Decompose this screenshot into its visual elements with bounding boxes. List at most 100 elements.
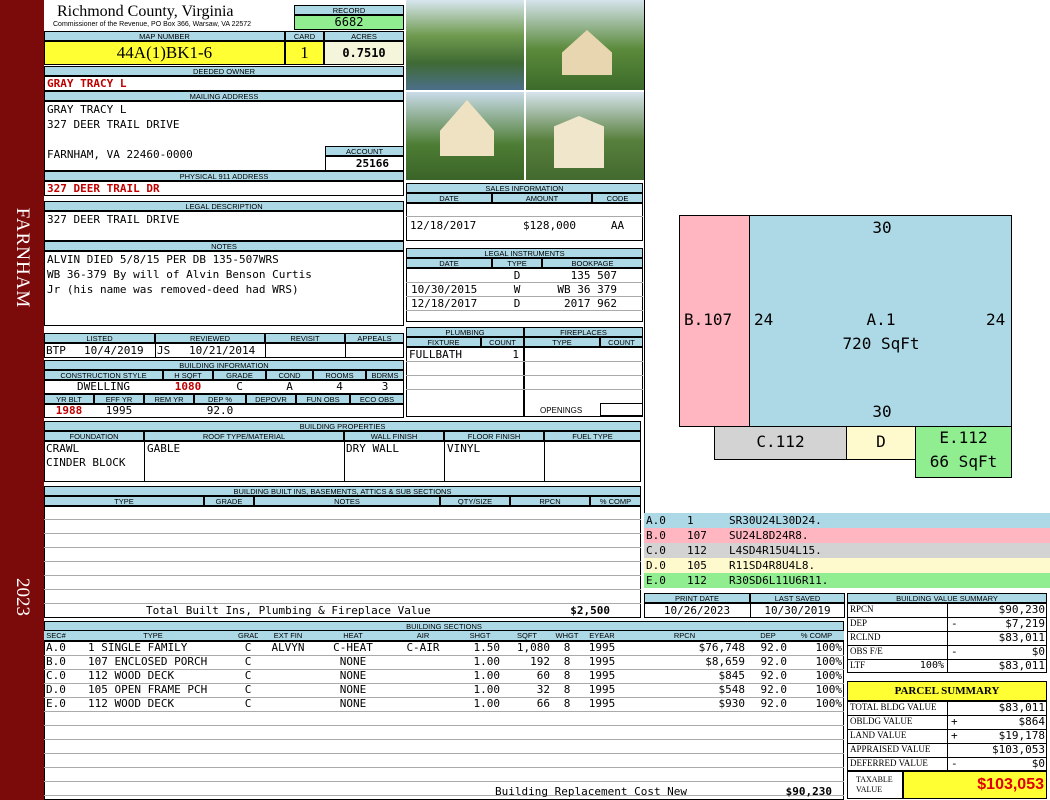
section-row-1-col-6: 1.00 [473, 655, 501, 668]
plumbing-h-fixture: FIXTURE [406, 337, 481, 347]
builtins-h-qty: QTY/SIZE [440, 496, 510, 506]
account-value: 25166 [325, 156, 404, 171]
legend-e-code: 112 [687, 574, 707, 587]
parcel-key-1: OBLDG VALUE [850, 716, 913, 726]
builtins-h-comp: % COMP [590, 496, 641, 506]
bvs-key-2: RCLND [850, 632, 881, 642]
section-row-3-col-0: D.0 [46, 683, 66, 696]
section-row-2-col-9: 1995 [588, 669, 616, 682]
sketch-e-area: 66 SqFt [929, 452, 998, 471]
section-row-1-col-4: NONE [339, 655, 367, 668]
h-bdrms: BDRMS [366, 370, 404, 380]
property-photo-3 [406, 92, 524, 180]
legend-b-code: 107 [687, 529, 707, 542]
property-photo-4 [526, 92, 644, 180]
last-saved-value: 10/30/2019 [764, 604, 831, 617]
section-row-0-col-1: 1 SINGLE FAMILY [88, 641, 188, 654]
legend-b-vector: SU24L8D24R8. [729, 529, 809, 542]
section-row-2-col-10: $845 [718, 669, 746, 682]
county-title: Richmond County, Virginia [57, 3, 234, 20]
bvs-value-0: $90,230 [998, 603, 1045, 616]
revisit-label: REVISIT [265, 333, 345, 343]
parcel-value-0: $83,011 [998, 701, 1045, 714]
legend-d-code: 105 [687, 559, 707, 572]
property-photo-2 [526, 0, 644, 90]
sections-h-9: EYEAR [582, 631, 622, 641]
card-label: CARD [285, 31, 324, 41]
parcel-value-4: $0 [1031, 757, 1045, 770]
plumbing-label: PLUMBING [406, 327, 524, 337]
rooms-value: 4 [336, 380, 343, 393]
foundation-2: CINDER BLOCK [46, 456, 126, 469]
section-row-0-col-5: C-AIR [406, 641, 440, 654]
sketch-e-label: E.112 [939, 428, 988, 447]
section-row-3-col-7: 32 [536, 683, 550, 696]
deeded-owner-value: GRAY TRACY L [47, 77, 127, 90]
builtins-h-type: TYPE [44, 496, 204, 506]
instr-h-type: TYPE [492, 258, 542, 268]
h-cond: COND [266, 370, 313, 380]
print-date-value: 10/26/2023 [663, 604, 731, 617]
sections-h-11: DEP [747, 631, 789, 641]
section-row-1-col-12: 100% [815, 655, 843, 668]
section-row-1-col-1: 107 ENCLOSED PORCH [88, 655, 208, 668]
props-table [44, 441, 641, 482]
section-row-0-col-2: C [244, 641, 252, 654]
mailing-line-2: 327 DEER TRAIL DRIVE [47, 118, 180, 131]
instr-row-0-type: D [513, 269, 521, 282]
plumbing-h-count: COUNT [481, 337, 524, 347]
instr-row-1-date: 10/30/2015 [411, 283, 478, 296]
listed-by: BTP [46, 344, 66, 357]
builtins-h-rpcn: RPCN [510, 496, 590, 506]
building-value-summary-label: BUILDING VALUE SUMMARY [847, 593, 1047, 603]
h-eff-yr: EFF YR [94, 394, 144, 404]
parcel-sign-1: + [951, 715, 958, 728]
mailing-line-3: FARNHAM, VA 22460-0000 [47, 148, 193, 161]
legal-description-value: 327 DEER TRAIL DRIVE [47, 213, 180, 226]
mailing-line-1: GRAY TRACY L [47, 103, 127, 116]
legend-d-vector: R11SD4R8U4L8. [729, 559, 816, 572]
section-row-4-col-11: 92.0 [760, 697, 788, 710]
section-row-2-col-0: C.0 [46, 669, 66, 682]
physical-address-label: PHYSICAL 911 ADDRESS [44, 171, 404, 181]
section-row-3-col-8: 8 [563, 683, 571, 696]
instr-h-date: DATE [406, 258, 492, 268]
section-row-2-col-2: C [244, 669, 252, 682]
instr-row-1-book: WB 36 379 [557, 283, 617, 296]
built-ins-label: BUILDING BUILT INS, BASEMENTS, ATTICS & … [44, 486, 641, 496]
legend-e-vector: R30SD6L11U6R11. [729, 574, 829, 587]
acres-label: ACRES [324, 31, 404, 41]
legend-a-code: 1 [687, 514, 694, 527]
construction-style-value: DWELLING [77, 380, 130, 393]
sketch-a-area: 720 SqFt [842, 334, 920, 353]
section-row-2-col-11: 92.0 [760, 669, 788, 682]
sections-h-5: AIR [388, 631, 458, 641]
sections-h-3: EXT FIN [258, 631, 318, 641]
sketch-d-label: D [876, 432, 886, 451]
record-label: RECORD [294, 5, 404, 15]
bdrms-value: 3 [381, 380, 389, 393]
parcel-value-1: $864 [1018, 715, 1046, 728]
plumbing-fixture: FULLBATH [409, 348, 462, 361]
bvs-key-0: RPCN [850, 604, 874, 614]
section-row-1-col-8: 8 [563, 655, 571, 668]
eff-yr-value: 1995 [105, 404, 133, 417]
section-row-4-col-4: NONE [339, 697, 367, 710]
section-row-4-col-9: 1995 [588, 697, 616, 710]
sketch-a-bottom-dim: 30 [872, 402, 892, 421]
parcel-key-2: LAND VALUE [850, 730, 907, 740]
sections-h-10: RPCN [622, 631, 747, 641]
section-row-2-col-8: 8 [563, 669, 571, 682]
mailing-address-label: MAILING ADDRESS [44, 91, 404, 101]
legend-a-id: A.0 [646, 514, 666, 527]
sketch-a-label: A.1 [866, 310, 896, 329]
section-row-0-col-11: 92.0 [760, 641, 788, 654]
dep-value: 92.0 [206, 404, 234, 417]
sketch-a-top-dim: 30 [872, 218, 892, 237]
section-row-3-col-1: 105 OPEN FRAME PCH [88, 683, 208, 696]
legend-b-id: B.0 [646, 529, 666, 542]
physical-address-value: 327 DEER TRAIL DR [47, 182, 160, 195]
h-construction-style: CONSTRUCTION STYLE [44, 370, 163, 380]
side-town-label: FARNHAM [12, 207, 33, 309]
plumbing-count: 1 [512, 348, 519, 361]
